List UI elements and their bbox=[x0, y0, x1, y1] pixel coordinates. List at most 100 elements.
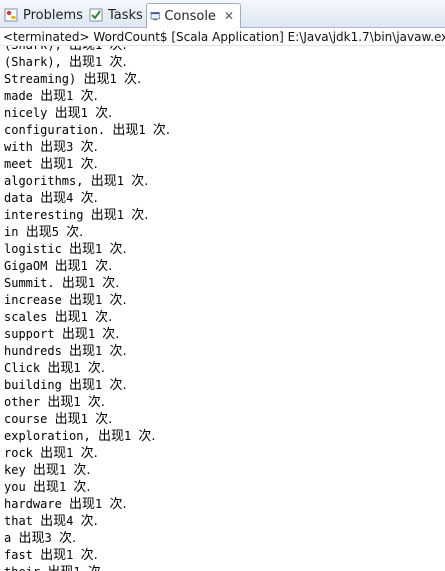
count: 3 bbox=[66, 140, 74, 154]
count: 1 bbox=[138, 123, 146, 137]
count: 1 bbox=[80, 259, 88, 273]
times-label: 次. bbox=[109, 293, 127, 308]
appear-label: 出现 bbox=[90, 174, 117, 189]
tab-label: Tasks bbox=[108, 7, 143, 23]
word: in bbox=[4, 225, 19, 239]
appear-label: 出现 bbox=[40, 191, 67, 206]
word: other bbox=[4, 395, 41, 409]
count: 1 bbox=[58, 480, 67, 494]
console-line: exploration, 出现1 次. bbox=[4, 428, 170, 445]
word: a bbox=[4, 531, 12, 545]
count: 1 bbox=[73, 361, 81, 375]
times-label: 次. bbox=[95, 310, 113, 325]
word: Streaming) bbox=[4, 72, 77, 86]
word: rock bbox=[4, 446, 33, 460]
console-line: algorithms, 出现1 次. bbox=[4, 173, 170, 190]
console-line: GigaOM 出现1 次. bbox=[4, 258, 170, 275]
tab-problems[interactable]: Problems bbox=[0, 3, 84, 27]
times-label: 次. bbox=[95, 412, 113, 427]
times-label: 次. bbox=[152, 123, 171, 138]
appear-label: 出现 bbox=[40, 157, 67, 172]
tab-console[interactable]: Console ✕ bbox=[146, 3, 241, 28]
appear-label: 出现 bbox=[69, 242, 96, 257]
console-line: logistic 出现1 次. bbox=[4, 241, 170, 258]
console-line: (Shark), 出现1 次. bbox=[4, 54, 170, 71]
word: logistic bbox=[4, 242, 62, 256]
word: course bbox=[4, 412, 48, 426]
word: Click bbox=[4, 361, 41, 375]
close-icon[interactable]: ✕ bbox=[224, 9, 234, 23]
console-line: nicely 出现1 次. bbox=[4, 105, 170, 122]
console-line: a 出现3 次. bbox=[4, 530, 170, 547]
times-label: 次. bbox=[87, 395, 105, 410]
count: 3 bbox=[44, 531, 52, 545]
word: increase bbox=[4, 293, 62, 307]
appear-label: 出现 bbox=[54, 412, 81, 427]
word: exploration, bbox=[4, 429, 91, 443]
appear-label: 出现 bbox=[47, 565, 73, 571]
appear-label: 出现 bbox=[69, 46, 95, 53]
console-line: you 出现1 次. bbox=[4, 479, 170, 496]
console-line: Streaming) 出现1 次. bbox=[4, 71, 170, 88]
appear-label: 出现 bbox=[40, 140, 67, 155]
console-line: meet 出现1 次. bbox=[4, 156, 170, 173]
console-line: (Shark), 出现1 次. bbox=[4, 46, 170, 54]
console-line: rock 出现1 次. bbox=[4, 445, 170, 462]
count: 1 bbox=[80, 412, 88, 426]
count: 1 bbox=[66, 548, 74, 562]
count: 1 bbox=[116, 208, 124, 222]
word: fast bbox=[4, 548, 33, 562]
times-label: 次. bbox=[88, 565, 105, 571]
times-label: 次. bbox=[80, 157, 98, 172]
appear-label: 出现 bbox=[18, 531, 45, 546]
console-line: other 出现1 次. bbox=[4, 394, 170, 411]
console-line: that 出现4 次. bbox=[4, 513, 170, 530]
times-label: 次. bbox=[131, 208, 149, 223]
word: building bbox=[4, 378, 62, 392]
word: (Shark), bbox=[4, 55, 62, 69]
times-label: 次. bbox=[66, 225, 84, 240]
times-label: 次. bbox=[131, 174, 149, 189]
count: 1 bbox=[95, 344, 103, 358]
appear-label: 出现 bbox=[54, 106, 81, 121]
times-label: 次. bbox=[110, 46, 127, 53]
console-line: support 出现1 次. bbox=[4, 326, 170, 343]
console-output[interactable]: (Shark), 出现1 次.(Shark), 出现1 次.Streaming)… bbox=[0, 46, 445, 571]
count: 1 bbox=[95, 497, 103, 511]
word: algorithms, bbox=[4, 174, 84, 188]
appear-label: 出现 bbox=[61, 327, 88, 342]
count: 1 bbox=[95, 55, 103, 69]
times-label: 次. bbox=[80, 548, 98, 563]
appear-label: 出现 bbox=[112, 123, 139, 138]
count: 1 bbox=[80, 310, 88, 324]
appear-label: 出现 bbox=[54, 259, 81, 274]
times-label: 次. bbox=[73, 480, 91, 495]
count: 1 bbox=[73, 565, 80, 571]
times-label: 次. bbox=[95, 106, 113, 121]
times-label: 次. bbox=[80, 89, 98, 104]
appear-label: 出现 bbox=[32, 480, 59, 495]
console-line: scales 出现1 次. bbox=[4, 309, 170, 326]
times-label: 次. bbox=[80, 191, 98, 206]
appear-label: 出现 bbox=[69, 378, 96, 393]
console-line: interesting 出现1 次. bbox=[4, 207, 170, 224]
console-line: hardware 出现1 次. bbox=[4, 496, 170, 513]
tab-tasks[interactable]: Tasks bbox=[85, 3, 145, 27]
word: (Shark), bbox=[4, 46, 62, 52]
times-label: 次. bbox=[87, 361, 105, 376]
times-label: 次. bbox=[123, 72, 142, 87]
console-line: fast 出现1 次. bbox=[4, 547, 170, 564]
word: scales bbox=[4, 310, 48, 324]
count: 4 bbox=[66, 514, 74, 528]
console-line: increase 出现1 次. bbox=[4, 292, 170, 309]
console-line: data 出现4 次. bbox=[4, 190, 170, 207]
word: configuration. bbox=[4, 123, 106, 137]
appear-label: 出现 bbox=[32, 463, 59, 478]
word: hardware bbox=[4, 497, 62, 511]
count: 5 bbox=[51, 225, 59, 239]
count: 1 bbox=[95, 242, 103, 256]
console-line: made 出现1 次. bbox=[4, 88, 170, 105]
word: meet bbox=[4, 157, 33, 171]
times-label: 次. bbox=[80, 446, 98, 461]
console-lines: (Shark), 出现1 次.(Shark), 出现1 次.Streaming)… bbox=[4, 46, 170, 571]
